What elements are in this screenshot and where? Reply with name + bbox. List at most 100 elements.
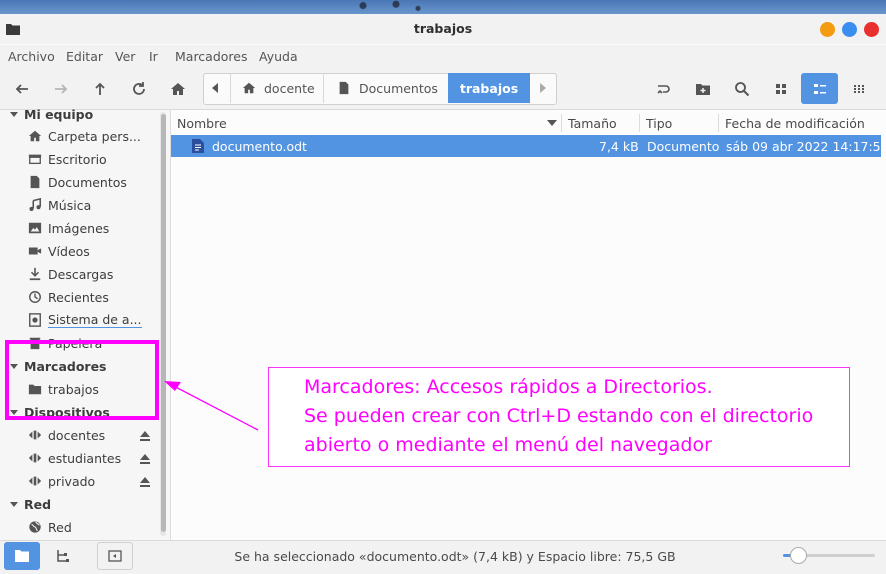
network-share-icon xyxy=(28,453,42,463)
column-header-fecha[interactable]: Fecha de modificación xyxy=(725,113,865,133)
crumb-documentos[interactable]: Documentos xyxy=(337,73,438,103)
column-separator xyxy=(561,114,562,132)
window-title: trabajos xyxy=(413,21,473,36)
home-icon xyxy=(28,130,42,142)
sidebar-item-sistema-de-archivos[interactable]: Sistema de a... xyxy=(28,309,142,331)
eject-icon[interactable] xyxy=(139,476,151,488)
tree-pane-button[interactable] xyxy=(44,542,80,570)
sidebar-item-label: Imágenes xyxy=(48,220,110,236)
column-header-tamano[interactable]: Tamaño xyxy=(568,113,617,133)
file-name: documento.odt xyxy=(212,138,307,154)
sidebar-item-label: Recientes xyxy=(48,289,109,305)
bookmarks-highlight-box xyxy=(5,340,159,420)
sidebar-item-docentes[interactable]: docentes xyxy=(28,424,105,446)
sidebar-item-label: Documentos xyxy=(48,174,127,190)
crumb-label: docente xyxy=(264,80,315,96)
reload-button[interactable] xyxy=(126,76,152,102)
reload-icon xyxy=(133,82,145,95)
network-share-icon xyxy=(28,430,42,440)
sidebar-item-label: Escritorio xyxy=(48,151,107,167)
desktop-wallpaper-strip xyxy=(0,0,886,14)
sidebar-item-privado[interactable]: privado xyxy=(28,470,95,492)
annotation-line-1: Marcadores: Accesos rápidos a Directorio… xyxy=(304,376,713,398)
icon-view-button[interactable] xyxy=(768,76,794,102)
arrow-left-icon xyxy=(15,84,28,94)
status-text: Se ha seleccionado «documento.odt» (7,4 … xyxy=(234,549,676,564)
sidebar-item-label: estudiantes xyxy=(48,450,122,466)
toggle-sidebar-button[interactable] xyxy=(97,542,133,570)
dots-grid-icon xyxy=(854,85,864,93)
sort-down-icon xyxy=(547,120,557,126)
home-icon xyxy=(171,83,185,95)
folder-icon xyxy=(15,550,29,562)
search-icon xyxy=(735,82,750,97)
arrow-up-icon xyxy=(95,82,105,95)
forward-button[interactable] xyxy=(48,76,74,102)
column-header-nombre[interactable]: Nombre xyxy=(177,113,557,133)
file-list[interactable] xyxy=(171,110,886,540)
path-scroll-right-button[interactable] xyxy=(532,73,552,103)
home-icon xyxy=(242,82,256,94)
crumb-separator xyxy=(230,73,231,103)
folder-add-icon xyxy=(696,84,710,95)
column-label: Nombre xyxy=(177,115,227,131)
close-button[interactable] xyxy=(864,22,879,37)
video-camera-icon xyxy=(28,247,42,255)
sidebar-item-documentos[interactable]: Documentos xyxy=(28,171,127,193)
menu-archivo[interactable]: Archivo xyxy=(8,49,55,64)
sidebar-item-estudiantes[interactable]: estudiantes xyxy=(28,447,121,469)
list-view-button[interactable] xyxy=(801,73,838,104)
sidebar-item-label: Música xyxy=(48,197,92,213)
maximize-button[interactable] xyxy=(842,22,857,37)
column-separator xyxy=(718,114,719,132)
sidebar-item-musica[interactable]: Música xyxy=(28,194,91,216)
redo-arrow-icon xyxy=(657,85,670,94)
sidebar-item-red[interactable]: Red xyxy=(28,516,72,538)
text-document-icon xyxy=(192,139,204,153)
eject-icon[interactable] xyxy=(139,430,151,442)
crumb-separator xyxy=(323,73,324,103)
open-terminal-button[interactable] xyxy=(650,76,676,102)
places-pane-button[interactable] xyxy=(4,542,40,570)
menu-marcadores[interactable]: Marcadores xyxy=(175,49,248,64)
back-button[interactable] xyxy=(9,76,35,102)
sidebar-item-label: docentes xyxy=(48,427,106,443)
file-name-cell[interactable]: documento.odt xyxy=(192,135,307,157)
sidebar-scroll-thumb[interactable] xyxy=(161,114,166,532)
sidebar-item-label: Vídeos xyxy=(48,243,90,259)
clock-icon xyxy=(29,291,41,303)
home-button[interactable] xyxy=(165,76,191,102)
sidebar-item-recientes[interactable]: Recientes xyxy=(28,286,109,308)
section-mi-equipo[interactable]: Mi equipo xyxy=(10,103,93,125)
tree-icon xyxy=(57,550,69,562)
annotation-arrow xyxy=(164,381,259,431)
up-button[interactable] xyxy=(87,76,113,102)
section-red[interactable]: Red xyxy=(10,493,51,515)
triangle-left-icon xyxy=(212,83,218,93)
sidebar-item-videos[interactable]: Vídeos xyxy=(28,240,90,262)
sidebar-item-label: Carpeta pers... xyxy=(48,128,141,144)
minimize-button[interactable] xyxy=(820,22,835,37)
menu-ver[interactable]: Ver xyxy=(115,49,135,64)
crumb-docente[interactable]: docente xyxy=(242,73,315,103)
compact-view-button[interactable] xyxy=(846,76,872,102)
column-header-tipo[interactable]: Tipo xyxy=(646,113,672,133)
zoom-slider-handle[interactable] xyxy=(789,547,807,564)
sidebar-item-label: privado xyxy=(48,473,96,489)
sidebar-toggle-icon xyxy=(108,550,122,562)
search-button[interactable] xyxy=(729,76,755,102)
sidebar-item-descargas[interactable]: Descargas xyxy=(28,263,113,285)
desktop-icon xyxy=(28,154,42,165)
download-icon xyxy=(29,267,41,281)
sidebar-item-imagenes[interactable]: Imágenes xyxy=(28,217,109,239)
file-type-cell: Documento xyxy=(647,138,720,154)
menu-editar[interactable]: Editar xyxy=(66,49,103,64)
menu-ayuda[interactable]: Ayuda xyxy=(259,49,298,64)
path-scroll-left-button[interactable] xyxy=(206,73,226,103)
crumb-trabajos[interactable]: trabajos xyxy=(448,73,530,103)
eject-icon[interactable] xyxy=(139,453,151,465)
sidebar-item-carpeta-personal[interactable]: Carpeta pers... xyxy=(28,125,141,147)
sidebar-item-escritorio[interactable]: Escritorio xyxy=(28,148,107,170)
menu-ir[interactable]: Ir xyxy=(149,49,158,64)
new-folder-button[interactable] xyxy=(690,76,716,102)
